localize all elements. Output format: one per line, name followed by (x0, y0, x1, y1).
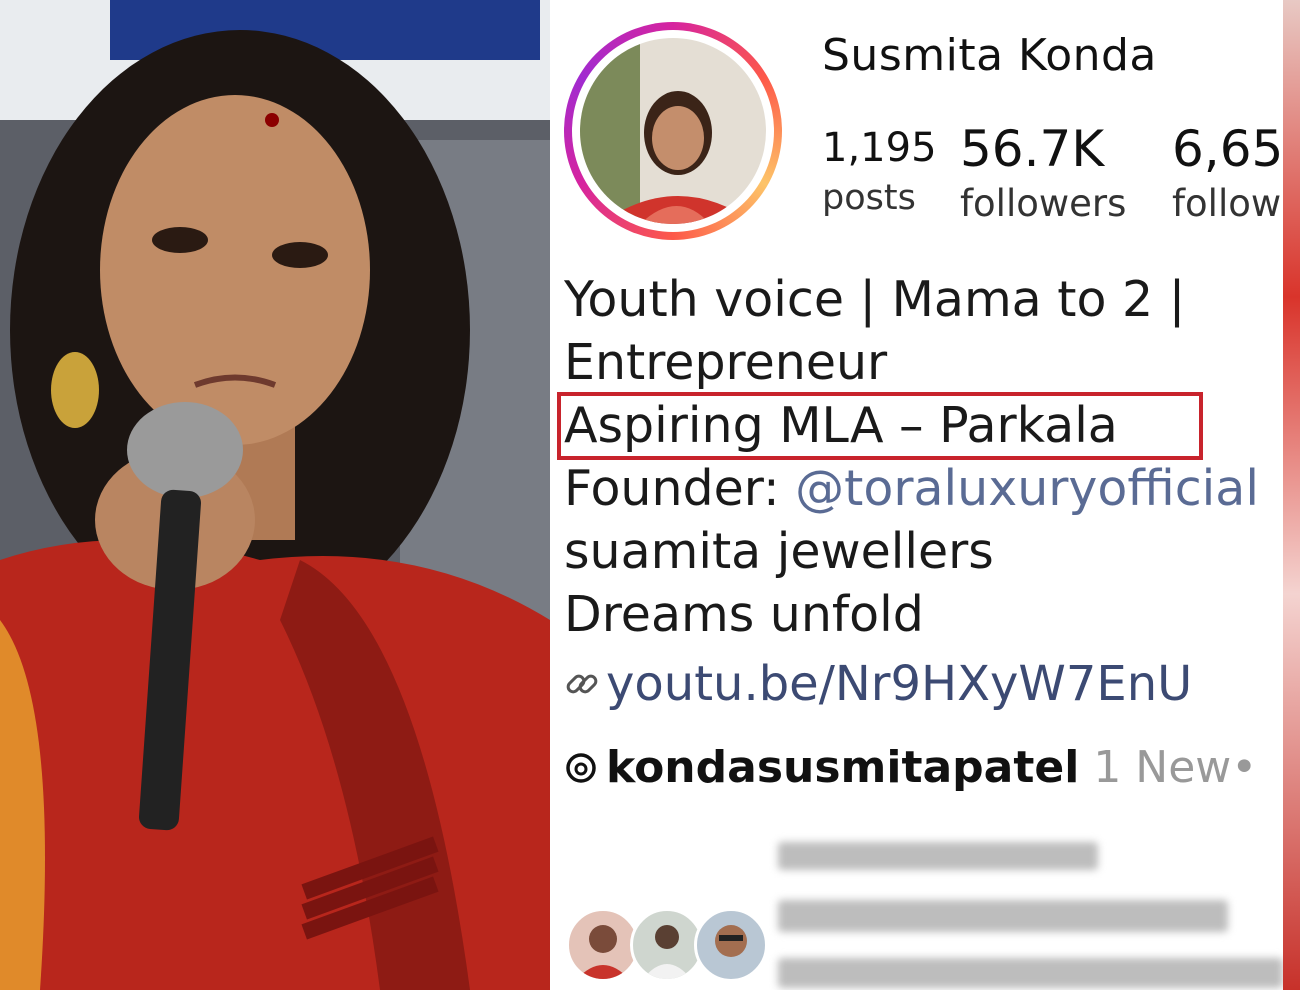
bio-line: Youth voice | Mama to 2 | (564, 271, 1186, 328)
threads-new-badge: 1 New• (1093, 742, 1258, 793)
following-stat[interactable]: 6,65 follow (1172, 124, 1283, 225)
blurred-text (778, 900, 1228, 932)
threads-handle: kondasusmitapatel (606, 742, 1080, 793)
profile-username: Susmita Konda (822, 30, 1157, 81)
blurred-text (778, 842, 1098, 870)
instagram-profile-panel: Susmita Konda 1,195 posts 56.7K follower… (550, 0, 1283, 990)
profile-link[interactable]: youtu.be/Nr9HXyW7EnU (564, 656, 1192, 712)
founder-prefix: Founder: (564, 460, 796, 517)
followers-label: followers (960, 182, 1127, 225)
link-text: youtu.be/Nr9HXyW7EnU (606, 656, 1193, 712)
mutual-follower-avatar[interactable] (630, 908, 704, 982)
adjacent-photo-edge (1283, 0, 1300, 990)
speaker-photo-illustration (0, 0, 550, 990)
bio-line: Dreams unfold (564, 586, 924, 643)
blurred-text (778, 958, 1283, 988)
speaker-photo (0, 0, 550, 990)
highlight-box (557, 392, 1203, 460)
bio-line: suamita jewellers (564, 523, 994, 580)
mutual-follower-avatar[interactable] (694, 908, 768, 982)
bio-founder-line: Founder: @toraluxuryofficial (564, 457, 1259, 520)
founder-mention-link[interactable]: @toraluxuryofficial (795, 460, 1259, 517)
posts-label: posts (822, 178, 916, 218)
profile-avatar-ring[interactable] (564, 22, 782, 240)
threads-badge-row[interactable]: kondasusmitapatel 1 New• (564, 742, 1257, 793)
mutual-follower-avatar[interactable] (566, 908, 640, 982)
threads-icon (566, 753, 596, 783)
following-count: 6,65 (1172, 120, 1283, 178)
bio-line: Entrepreneur (564, 334, 888, 391)
link-icon (566, 674, 598, 694)
posts-count: 1,195 (822, 125, 937, 171)
following-label: follow (1172, 182, 1282, 225)
posts-stat[interactable]: 1,195 posts (822, 128, 937, 218)
profile-avatar (580, 38, 766, 224)
followers-stat[interactable]: 56.7K followers (960, 124, 1126, 225)
followers-count: 56.7K (960, 120, 1105, 178)
